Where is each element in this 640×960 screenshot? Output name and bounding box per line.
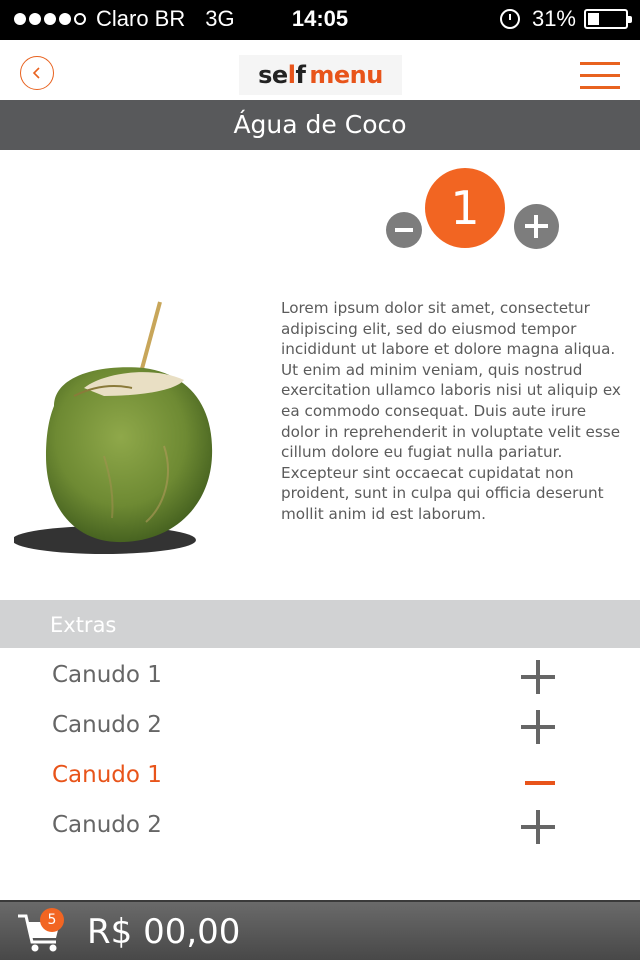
extra-item-label: Canudo 2 [52, 812, 162, 838]
product-description: Lorem ipsum dolor sit amet, consectetur … [281, 299, 621, 523]
extra-item[interactable]: Canudo 2 [0, 702, 640, 752]
add-extra-button[interactable] [521, 810, 555, 844]
battery-level [588, 13, 600, 25]
hamburger-menu-button[interactable] [580, 62, 620, 90]
menu-line-icon [580, 62, 620, 65]
cart-count-badge: 5 [40, 908, 64, 932]
self-menu-logo: self menu [239, 55, 402, 95]
back-button[interactable] [20, 56, 54, 90]
battery-icon [584, 9, 632, 29]
extra-item-label: Canudo 1 [52, 762, 162, 788]
remove-extra-button[interactable] [521, 760, 555, 794]
extra-item-label: Canudo 2 [52, 712, 162, 738]
coconut-image [14, 301, 213, 554]
menu-line-icon [580, 86, 620, 89]
decrease-quantity-button[interactable] [386, 212, 422, 248]
extra-item-selected[interactable]: Canudo 1 [0, 752, 640, 802]
cart-total: R$ 00,00 [87, 912, 241, 952]
extra-item-label: Canudo 1 [52, 662, 162, 688]
battery-percent: 31% [531, 6, 576, 31]
status-right: 31% [499, 6, 632, 32]
extra-item[interactable]: Canudo 2 [0, 802, 640, 852]
extra-item[interactable]: Canudo 1 [0, 652, 640, 702]
add-extra-button[interactable] [521, 710, 555, 744]
add-extra-button[interactable] [521, 660, 555, 694]
cart-bar: 5 R$ 00,00 [0, 900, 640, 960]
product-title: Água de Coco [0, 100, 640, 150]
extras-header: Extras [0, 600, 640, 648]
app-header: self menu [0, 40, 640, 100]
extras-list: Canudo 1 Canudo 2 Canudo 1 Canudo 2 [0, 652, 640, 852]
menu-line-icon [580, 74, 620, 77]
chevron-left-icon [32, 67, 40, 79]
quantity-value: 1 [425, 168, 505, 248]
status-bar: Claro BR 3G 14:05 31% [0, 0, 640, 40]
increase-quantity-button[interactable] [514, 204, 559, 249]
alarm-icon [499, 9, 520, 29]
